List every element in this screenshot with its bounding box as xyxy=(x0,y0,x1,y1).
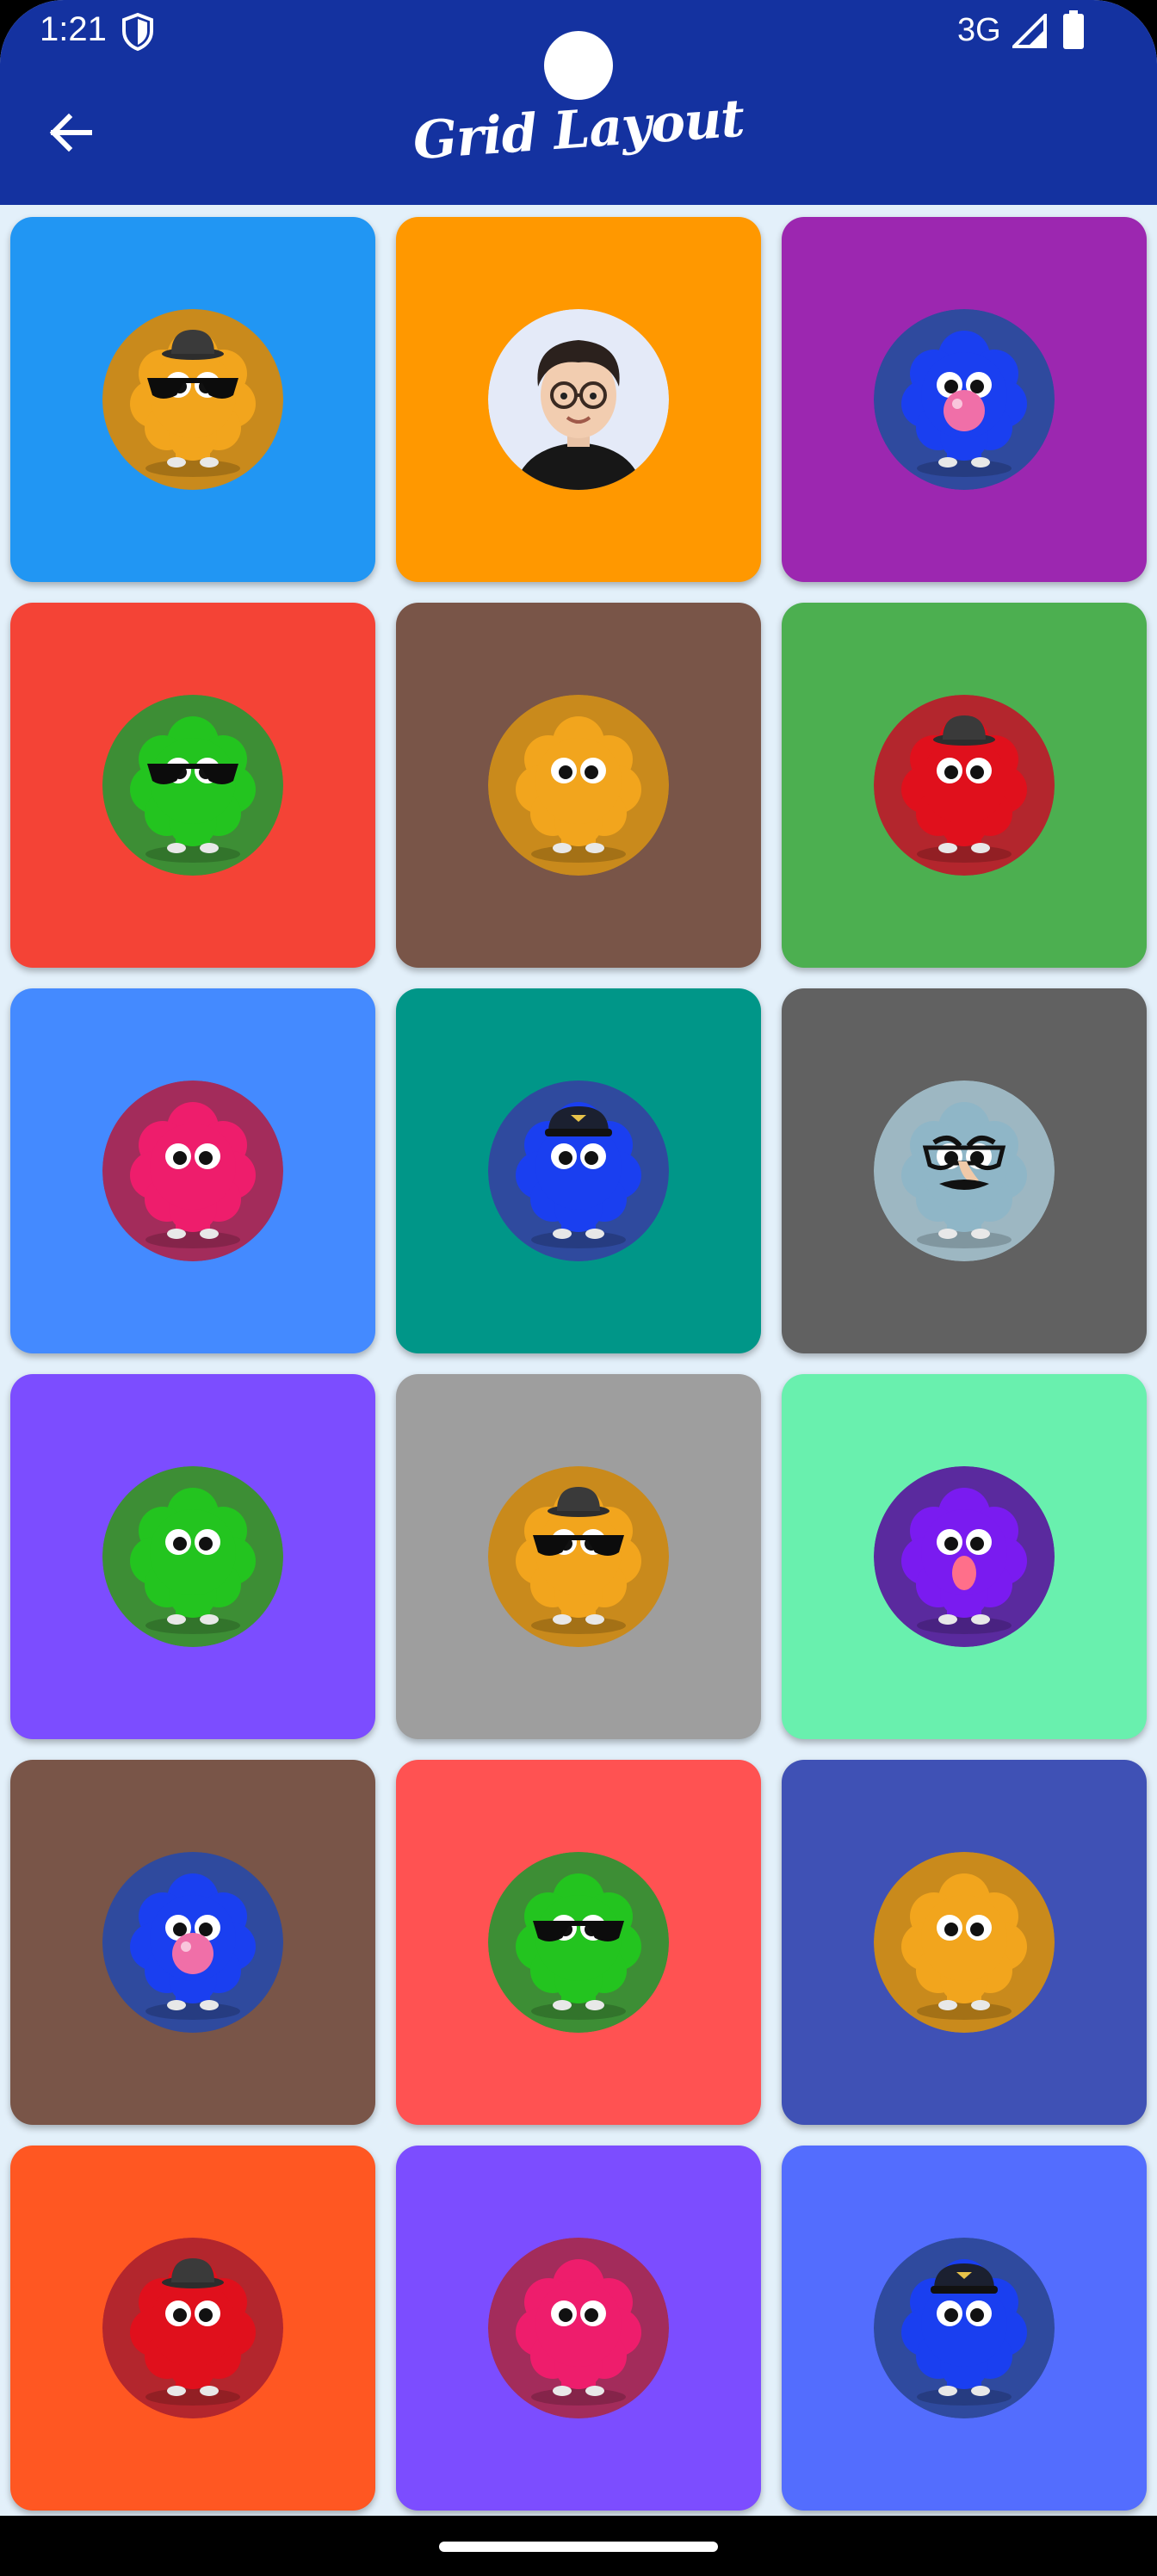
camera-cutout xyxy=(544,31,613,100)
grid-card[interactable] xyxy=(396,1374,761,1739)
grid-card[interactable] xyxy=(782,217,1147,582)
grid-card[interactable] xyxy=(396,2146,761,2511)
monster-avatar xyxy=(102,2238,283,2418)
grid-card[interactable] xyxy=(782,1760,1147,2125)
grid-card[interactable] xyxy=(396,217,761,582)
shield-icon xyxy=(122,12,153,52)
person-avatar xyxy=(488,309,669,490)
grid-card[interactable] xyxy=(10,988,375,1353)
grid-card[interactable] xyxy=(396,988,761,1353)
monster-avatar xyxy=(874,695,1055,876)
monster-avatar xyxy=(874,309,1055,490)
monster-avatar xyxy=(102,695,283,876)
grid-card[interactable] xyxy=(10,1374,375,1739)
grid-card[interactable] xyxy=(782,1374,1147,1739)
network-type: 3G xyxy=(957,12,1001,48)
home-gesture-handle[interactable] xyxy=(439,2542,718,2552)
signal-icon xyxy=(1012,14,1047,48)
grid-card[interactable] xyxy=(782,988,1147,1353)
grid-card[interactable] xyxy=(10,2146,375,2511)
app-screen: 1:21 3G Grid Layout xyxy=(0,0,1157,2576)
monster-avatar xyxy=(488,2238,669,2418)
monster-avatar xyxy=(874,1852,1055,2033)
grid-card[interactable] xyxy=(396,1760,761,2125)
monster-avatar xyxy=(102,309,283,490)
status-time: 1:21 xyxy=(40,10,107,48)
grid-card[interactable] xyxy=(782,603,1147,968)
monster-avatar xyxy=(488,1466,669,1647)
monster-avatar xyxy=(874,2238,1055,2418)
battery-icon xyxy=(1063,10,1084,49)
monster-avatar xyxy=(488,1081,669,1261)
monster-avatar xyxy=(102,1852,283,2033)
monster-avatar xyxy=(102,1081,283,1261)
grid-card[interactable] xyxy=(782,2146,1147,2511)
grid-card[interactable] xyxy=(396,603,761,968)
grid-card[interactable] xyxy=(10,603,375,968)
monster-avatar xyxy=(488,1852,669,2033)
monster-avatar xyxy=(874,1466,1055,1647)
monster-avatar xyxy=(488,695,669,876)
monster-avatar xyxy=(102,1466,283,1647)
app-bar: 1:21 3G Grid Layout xyxy=(0,0,1157,205)
monster-avatar xyxy=(874,1081,1055,1261)
grid-card[interactable] xyxy=(10,217,375,582)
grid-card[interactable] xyxy=(10,1760,375,2125)
